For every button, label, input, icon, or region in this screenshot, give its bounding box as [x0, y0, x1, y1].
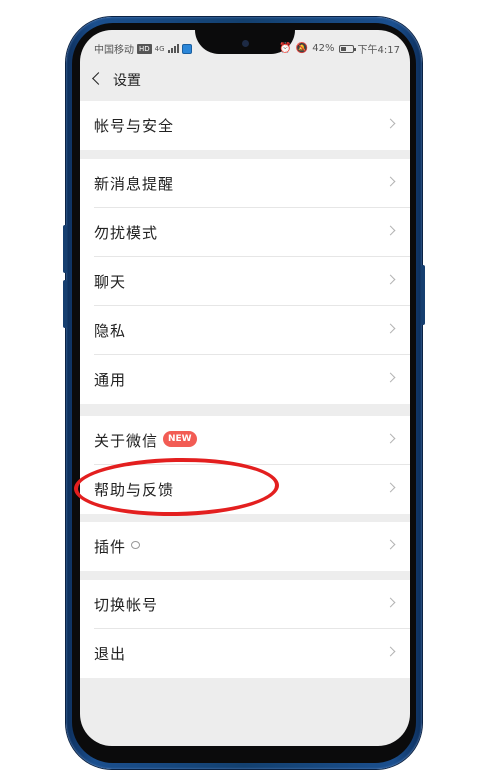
chevron-right-icon: [385, 274, 396, 285]
plugin-icon: [131, 541, 140, 549]
chevron-right-icon: [385, 118, 396, 129]
settings-item-logout[interactable]: 退出: [80, 629, 410, 678]
status-time: 下午4:17: [357, 45, 400, 56]
chevron-right-icon: [385, 225, 396, 236]
settings-item-account-security[interactable]: 帐号与安全: [80, 101, 410, 150]
settings-item-label: 勿扰模式: [94, 224, 159, 242]
settings-item-label: 隐私: [94, 322, 127, 340]
back-arrow-icon[interactable]: [88, 69, 106, 89]
settings-item-label: 通用: [94, 371, 127, 389]
settings-item-label: 退出: [94, 645, 127, 663]
chevron-right-icon: [385, 646, 396, 657]
phone-screen: 中国移动 HD 4G ⏰ 🔕 42% 下午4:17 设置 帐号与安全 新消息提醒…: [80, 30, 410, 746]
chevron-right-icon: [385, 539, 396, 550]
hd-badge: HD: [137, 43, 152, 54]
chevron-right-icon: [385, 433, 396, 444]
page-title: 设置: [113, 73, 141, 89]
chevron-right-icon: [385, 176, 396, 187]
nav-bar: 设置: [80, 58, 410, 100]
settings-item-label: 聊天: [94, 273, 127, 291]
front-camera: [242, 40, 249, 47]
settings-item-label: 帐号与安全: [94, 117, 175, 135]
phone-side-button: [63, 280, 67, 328]
settings-item-plugins[interactable]: 插件: [80, 522, 410, 571]
alarm-icon: ⏰: [279, 43, 292, 54]
app-notification-icon: [181, 43, 192, 54]
chevron-right-icon: [385, 482, 396, 493]
settings-item-do-not-disturb[interactable]: 勿扰模式: [80, 208, 410, 257]
battery-percent: 42%: [312, 43, 335, 54]
settings-item-label: 切换帐号: [94, 596, 159, 614]
settings-item-label: 插件: [94, 538, 127, 556]
chevron-right-icon: [385, 597, 396, 608]
chevron-right-icon: [385, 323, 396, 334]
signal-icon: [167, 44, 179, 53]
settings-item-switch-account[interactable]: 切换帐号: [80, 580, 410, 629]
settings-item-privacy[interactable]: 隐私: [80, 306, 410, 355]
chevron-right-icon: [385, 372, 396, 383]
status-bar: 中国移动 HD 4G ⏰ 🔕 42% 下午4:17: [80, 30, 410, 58]
network-type: 4G: [154, 44, 165, 53]
phone-side-button: [63, 225, 67, 273]
settings-item-about-wechat[interactable]: 关于微信 NEW: [80, 416, 410, 465]
battery-icon: [338, 44, 356, 53]
settings-item-label: 关于微信: [94, 432, 159, 450]
mute-icon: 🔕: [295, 43, 309, 54]
new-badge: NEW: [163, 431, 197, 447]
settings-item-chat[interactable]: 聊天: [80, 257, 410, 306]
settings-item-new-message-alerts[interactable]: 新消息提醒: [80, 159, 410, 208]
carrier-label: 中国移动: [94, 45, 134, 56]
settings-item-general[interactable]: 通用: [80, 355, 410, 404]
settings-item-label: 新消息提醒: [94, 175, 175, 193]
phone-power-button: [421, 265, 425, 325]
